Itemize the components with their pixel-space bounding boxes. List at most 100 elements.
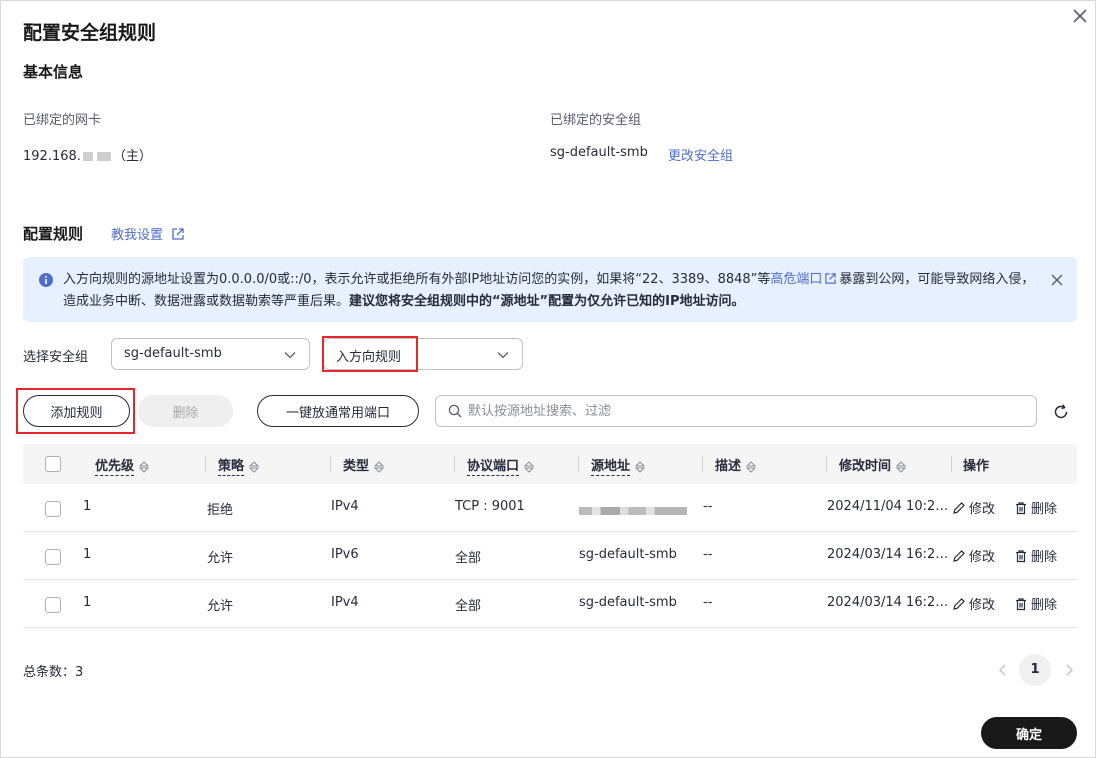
edit-rule-button[interactable]: 修改 — [952, 594, 995, 613]
sort-icon — [374, 460, 385, 473]
rules-table-header: 优先级 策略 类型 协议端口 源地址 描述 修改时间 操作 — [23, 444, 1077, 484]
row-checkbox[interactable] — [45, 549, 61, 565]
row-modified-time: 2024/03/14 16:26:30 — [827, 595, 949, 610]
sort-icon — [746, 460, 757, 473]
delete-rule-button[interactable]: 删除 — [1014, 546, 1057, 565]
chevron-down-icon — [497, 352, 509, 359]
total-count: 总条数：3 — [23, 665, 84, 680]
column-divider — [454, 456, 455, 472]
pencil-icon — [953, 598, 965, 610]
col-protocol-port[interactable]: 协议端口 — [467, 455, 535, 476]
edit-rule-button[interactable]: 修改 — [952, 498, 995, 517]
change-sg-link[interactable]: 更改安全组 — [668, 145, 733, 164]
col-actions: 操作 — [963, 459, 990, 474]
edit-label: 修改 — [969, 502, 996, 517]
select-all-checkbox[interactable] — [45, 456, 61, 472]
column-divider — [205, 456, 206, 472]
external-link-icon — [825, 273, 837, 284]
configure-rules-title: 配置规则 — [23, 225, 84, 243]
edit-rule-button[interactable]: 修改 — [952, 546, 995, 565]
bound-sg-value: sg-default-smb — [550, 145, 648, 160]
confirm-button[interactable]: 确定 — [981, 717, 1077, 749]
search-input[interactable] — [468, 401, 1028, 421]
sort-icon — [139, 460, 150, 473]
col-source[interactable]: 源地址 — [591, 455, 646, 476]
col-priority[interactable]: 优先级 — [95, 455, 150, 476]
tutorial-link[interactable]: 教我设置 — [111, 224, 185, 243]
alert-close-icon[interactable] — [1050, 273, 1064, 287]
row-description: -- — [703, 547, 713, 562]
bound-nic-value: 192.168. （主） — [23, 145, 152, 164]
direction-select[interactable]: 入方向规则 — [323, 338, 523, 370]
masked-ip-part — [96, 152, 111, 161]
page-1-button[interactable]: 1 — [1019, 654, 1051, 686]
close-icon[interactable] — [1069, 5, 1091, 27]
row-description: -- — [703, 595, 713, 610]
delete-rule-button[interactable]: 删除 — [1014, 594, 1057, 613]
row-checkbox[interactable] — [45, 501, 61, 517]
sort-icon — [635, 460, 646, 473]
row-priority: 1 — [83, 499, 92, 514]
select-sg-label: 选择安全组 — [23, 350, 89, 365]
col-policy[interactable]: 策略 — [218, 455, 260, 476]
search-icon — [448, 404, 462, 418]
column-divider — [578, 456, 579, 472]
row-protocol-port: 全部 — [455, 599, 482, 614]
delete-label: 删除 — [1031, 502, 1058, 517]
col-description[interactable]: 描述 — [715, 455, 757, 474]
row-type: IPv4 — [331, 595, 359, 610]
open-common-ports-button[interactable]: 一键放通常用端口 — [257, 395, 419, 427]
row-source-link[interactable]: sg-default-smb — [579, 595, 677, 610]
row-checkbox[interactable] — [45, 597, 61, 613]
alert-text-part: 入方向规则的源地址设置为0.0.0.0/0或::/0，表示允许或拒绝所有外部IP… — [63, 272, 771, 287]
column-divider — [951, 456, 952, 472]
basic-info-title: 基本信息 — [23, 63, 84, 81]
column-divider — [702, 456, 703, 472]
col-modified-time[interactable]: 修改时间 — [839, 455, 907, 474]
column-divider — [826, 456, 827, 472]
row-policy: 拒绝 — [207, 503, 234, 518]
refresh-icon[interactable] — [1052, 403, 1070, 421]
col-type[interactable]: 类型 — [343, 455, 385, 474]
next-page-icon[interactable] — [1061, 662, 1077, 678]
alert-recommendation: 建议您将安全组规则中的“源地址”配置为仅允许已知的IP地址访问。 — [349, 294, 745, 309]
prev-page-icon[interactable] — [995, 662, 1011, 678]
row-source-masked — [579, 503, 687, 518]
delete-rule-button[interactable]: 删除 — [1014, 498, 1057, 517]
add-rule-button[interactable]: 添加规则 — [23, 395, 130, 427]
high-risk-port-alert: 入方向规则的源地址设置为0.0.0.0/0或::/0，表示允许或拒绝所有外部IP… — [23, 257, 1077, 322]
sg-select[interactable]: sg-default-smb — [111, 338, 310, 370]
row-type: IPv6 — [331, 547, 359, 562]
trash-icon — [1016, 550, 1026, 563]
delete-label: 删除 — [1031, 550, 1058, 565]
row-modified-time: 2024/03/14 16:26:30 — [827, 547, 949, 562]
delete-button[interactable]: 删除 — [138, 395, 233, 427]
sort-icon — [249, 460, 260, 473]
pencil-icon — [953, 550, 965, 562]
column-divider — [330, 456, 331, 472]
row-source-link[interactable]: sg-default-smb — [579, 547, 677, 562]
external-link-icon — [172, 228, 184, 240]
table-row: 1 允许 IPv4 全部 sg-default-smb -- 2024/03/1… — [23, 580, 1077, 628]
search-box — [435, 395, 1037, 427]
info-icon — [39, 273, 53, 287]
row-priority: 1 — [83, 547, 92, 562]
row-description: -- — [703, 499, 713, 514]
direction-select-value: 入方向规则 — [336, 350, 402, 365]
delete-label: 删除 — [1031, 598, 1058, 613]
sort-icon — [896, 460, 907, 473]
trash-icon — [1016, 502, 1026, 515]
masked-source-ip — [579, 506, 687, 515]
table-row: 1 拒绝 IPv4 TCP : 9001 -- 2024/11/04 10:23… — [23, 484, 1077, 532]
alert-message: 入方向规则的源地址设置为0.0.0.0/0或::/0，表示允许或拒绝所有外部IP… — [63, 269, 1043, 313]
high-risk-port-link[interactable]: 高危端口 — [770, 272, 822, 287]
edit-label: 修改 — [969, 550, 996, 565]
bound-sg-label: 已绑定的安全组 — [550, 113, 642, 128]
bound-nic-label: 已绑定的网卡 — [23, 113, 102, 128]
row-modified-time: 2024/11/04 10:23:45 — [827, 499, 949, 514]
row-policy: 允许 — [207, 551, 234, 566]
row-protocol-port: 全部 — [455, 551, 482, 566]
table-row: 1 允许 IPv6 全部 sg-default-smb -- 2024/03/1… — [23, 532, 1077, 580]
row-type: IPv4 — [331, 499, 359, 514]
sort-icon — [524, 460, 535, 473]
